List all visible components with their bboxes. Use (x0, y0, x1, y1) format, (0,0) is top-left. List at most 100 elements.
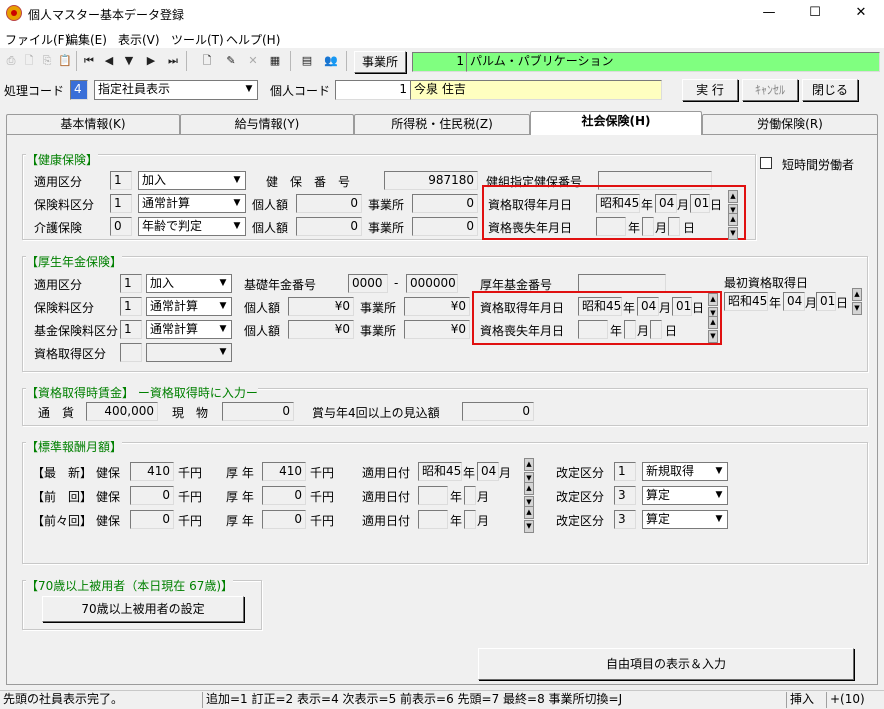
pension-lose-spinner[interactable]: ▲ ▼ (708, 316, 718, 344)
before-previous-revision-code[interactable]: 3 (614, 510, 636, 529)
health-office-field[interactable]: 0 (412, 194, 478, 213)
before-previous-date-era[interactable] (418, 510, 448, 529)
health-premium-code[interactable]: 1 (110, 194, 132, 213)
latest-revision-select[interactable]: 新規取得 ▼ (642, 462, 728, 481)
first-acquire-day[interactable]: 01 (816, 292, 836, 311)
tab-social-insurance[interactable]: 社会保険(H) (530, 111, 702, 135)
latest-revision-code[interactable]: 1 (614, 462, 636, 481)
health-personal-field[interactable]: 0 (296, 194, 362, 213)
person-code-input[interactable]: 1 (335, 80, 411, 100)
menu-tools[interactable]: ツール(T) (171, 31, 224, 48)
grid-icon[interactable]: ▦ (266, 52, 284, 70)
spin-down-icon[interactable]: ▼ (728, 227, 738, 240)
close-button[interactable]: 閉じる (802, 79, 858, 101)
minimize-button[interactable]: — (746, 0, 792, 28)
first-acquire-era[interactable]: 昭和45 (724, 292, 768, 311)
latest-date-era[interactable]: 昭和45 (418, 462, 462, 481)
copy-icon[interactable]: ⎘ (38, 52, 56, 70)
over70-settings-button[interactable]: 70歳以上被用者の設定 (42, 596, 244, 622)
menu-help[interactable]: ヘルプ(H) (226, 31, 280, 48)
spin-up-icon[interactable]: ▲ (524, 482, 534, 495)
health-lose-day[interactable] (668, 217, 680, 236)
first-record-icon[interactable]: ⏮ (80, 52, 98, 70)
first-acquire-month[interactable]: 04 (783, 292, 805, 311)
new-doc-icon[interactable]: 🗋 (198, 52, 216, 70)
menu-file[interactable]: ファイル(F) (5, 31, 69, 48)
pension-personal-field[interactable]: ¥0 (288, 297, 354, 316)
close-window-button[interactable]: ✕ (838, 0, 884, 28)
pension-apply-code[interactable]: 1 (120, 274, 142, 293)
before-previous-date-month[interactable] (464, 510, 476, 529)
cancel-button[interactable]: ｷｬﾝｾﾙ (742, 79, 798, 101)
pension-premium-select[interactable]: 通常計算 ▼ (146, 297, 232, 316)
delete-icon[interactable]: ✕ (244, 52, 262, 70)
previous-date-era[interactable] (418, 486, 448, 505)
tab-labor-insurance[interactable]: 労働保険(R) (702, 114, 878, 134)
tab-income-tax[interactable]: 所得税・住民税(Z) (354, 114, 530, 134)
care-personal-field[interactable]: 0 (296, 217, 362, 236)
fund-premium-code[interactable]: 1 (120, 320, 142, 339)
spin-up-icon[interactable]: ▲ (524, 458, 534, 471)
maximize-button[interactable]: ☐ (792, 0, 838, 28)
care-insurance-select[interactable]: 年齢で判定 ▼ (138, 217, 246, 236)
health-acquire-month[interactable]: 04 (655, 194, 677, 213)
fund-office-field[interactable]: ¥0 (404, 320, 470, 339)
spin-up-icon[interactable]: ▲ (728, 190, 738, 203)
paste-icon[interactable]: 📋 (56, 52, 74, 70)
preview-icon[interactable]: 🗋 (20, 52, 38, 70)
before-previous-kosei-field[interactable]: 0 (262, 510, 306, 529)
pension-office-field[interactable]: ¥0 (404, 297, 470, 316)
fund-premium-select[interactable]: 通常計算 ▼ (146, 320, 232, 339)
spin-up-icon[interactable]: ▲ (524, 506, 534, 519)
previous-date-month[interactable] (464, 486, 476, 505)
care-insurance-code[interactable]: 0 (110, 217, 132, 236)
health-premium-select[interactable]: 通常計算 ▼ (138, 194, 246, 213)
first-acquire-spinner[interactable]: ▲ ▼ (852, 288, 862, 316)
health-lose-spinner[interactable]: ▲ ▼ (728, 213, 738, 241)
office-button[interactable]: 事業所 (354, 51, 406, 73)
tab-basic-info[interactable]: 基本情報(K) (6, 114, 180, 134)
basic-pension-2[interactable]: 000000 (406, 274, 458, 293)
pension-apply-select[interactable]: 加入 ▼ (146, 274, 232, 293)
menu-edit[interactable]: 編集(E) (66, 31, 107, 48)
in-kind-field[interactable]: 0 (222, 402, 294, 421)
menu-view[interactable]: 表示(V) (118, 31, 160, 48)
prev-record-icon[interactable]: ◀ (100, 52, 118, 70)
before-previous-date-spinner[interactable]: ▲ ▼ (524, 506, 534, 534)
process-code-input[interactable]: 4 (70, 80, 88, 100)
bonus-field[interactable]: 0 (462, 402, 534, 421)
health-apply-select[interactable]: 加入 ▼ (138, 171, 246, 190)
tab-salary-info[interactable]: 給与情報(Y) (180, 114, 354, 134)
process-mode-select[interactable]: 指定社員表示 ▼ (94, 80, 258, 100)
pension-acquire-day[interactable]: 01 (672, 297, 692, 316)
people-icon[interactable]: 👥 (322, 52, 340, 70)
previous-kosei-field[interactable]: 0 (262, 486, 306, 505)
before-previous-kenpo-field[interactable]: 0 (130, 510, 174, 529)
previous-kenpo-field[interactable]: 0 (130, 486, 174, 505)
pension-acquire-month[interactable]: 04 (637, 297, 659, 316)
spin-down-icon[interactable]: ▼ (852, 302, 862, 315)
spin-up-icon[interactable]: ▲ (708, 293, 718, 306)
latest-date-month[interactable]: 04 (477, 462, 499, 481)
spin-up-icon[interactable]: ▲ (852, 288, 862, 301)
health-apply-code[interactable]: 1 (110, 171, 132, 190)
latest-kosei-field[interactable]: 410 (262, 462, 306, 481)
previous-revision-code[interactable]: 3 (614, 486, 636, 505)
qualify-type-code[interactable] (120, 343, 142, 362)
basic-pension-1[interactable]: 0000 (348, 274, 388, 293)
pension-acquire-era[interactable]: 昭和45 (578, 297, 622, 316)
qualify-type-select[interactable]: ▼ (146, 343, 232, 362)
pension-lose-era[interactable] (578, 320, 608, 339)
free-items-button[interactable]: 自由項目の表示＆入力 (478, 648, 854, 680)
short-time-checkbox[interactable] (760, 157, 772, 169)
before-previous-revision-select[interactable]: 算定 ▼ (642, 510, 728, 529)
pension-lose-month[interactable] (624, 320, 636, 339)
edit-icon[interactable]: ✎ (222, 52, 240, 70)
latest-kenpo-field[interactable]: 410 (130, 462, 174, 481)
next-record-icon[interactable]: ▶ (142, 52, 160, 70)
print-icon[interactable]: ⎙ (2, 52, 20, 70)
spin-up-icon[interactable]: ▲ (728, 213, 738, 226)
previous-revision-select[interactable]: 算定 ▼ (642, 486, 728, 505)
health-acquire-era[interactable]: 昭和45 (596, 194, 640, 213)
care-office-field[interactable]: 0 (412, 217, 478, 236)
